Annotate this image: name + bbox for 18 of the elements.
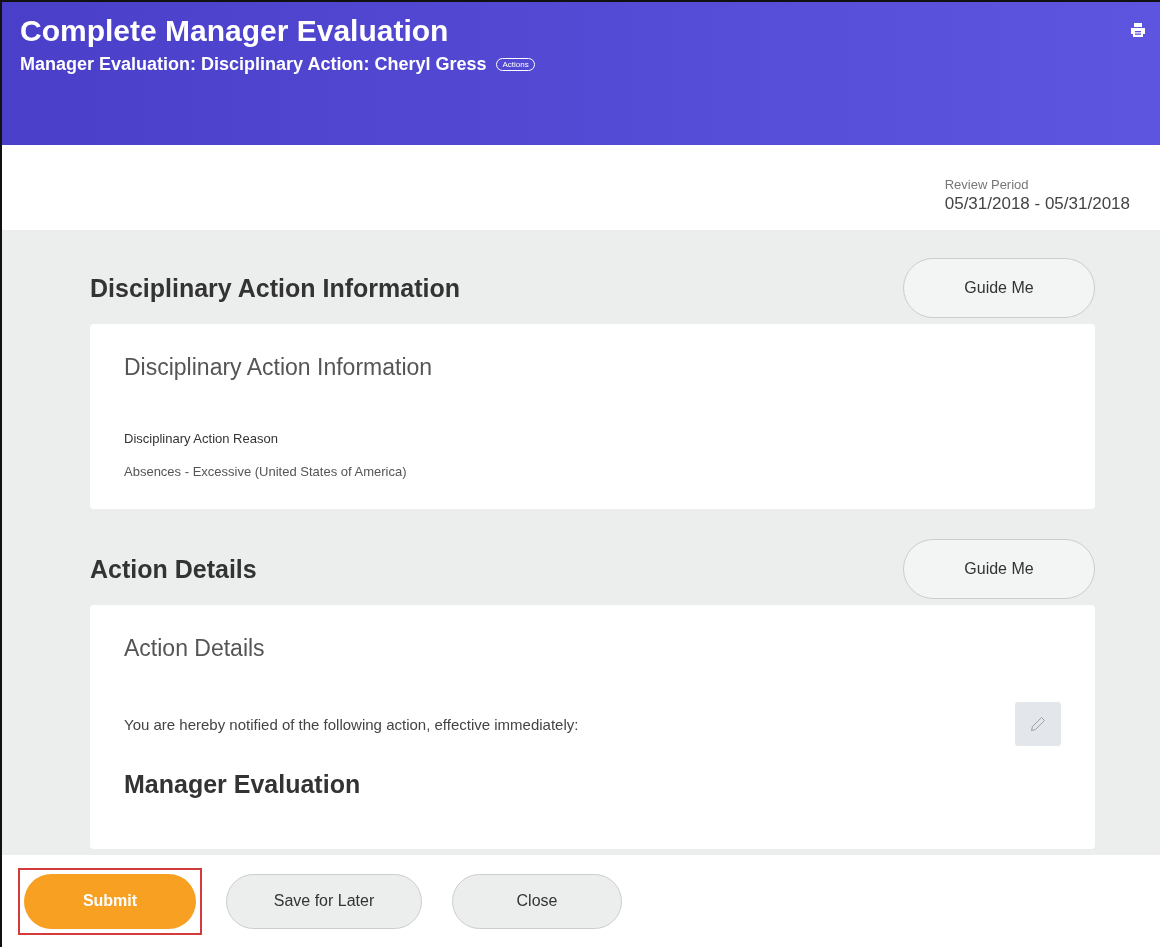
review-period-label: Review Period (944, 177, 1030, 192)
print-icon[interactable] (1130, 22, 1146, 38)
page-subtitle: Manager Evaluation: Disciplinary Action: Cheryl Gress (20, 54, 487, 75)
footer-button[interactable]: Close (452, 873, 622, 929)
guide-me-button[interactable]: Guide Me (903, 539, 1095, 599)
section-title: Action Details (90, 554, 257, 584)
card-title: Action Details (124, 635, 266, 662)
section-title: Disciplinary Action Information (90, 273, 460, 303)
field-label: Disciplinary Action Reason (124, 431, 279, 446)
notice-text: You are hereby notified of the following action, effective immediately: (124, 715, 579, 733)
guide-me-button[interactable]: Guide Me (903, 258, 1095, 318)
subsection-heading: Manager Evaluation (124, 770, 362, 799)
footer-button[interactable]: Save for Later (226, 873, 422, 929)
pencil-icon (1030, 716, 1046, 732)
card-title: Disciplinary Action Information (124, 354, 434, 381)
review-period-value: 05/31/2018 - 05/31/2018 (944, 194, 1130, 214)
page-title: Complete Manager Evaluation (20, 14, 450, 48)
field-value: Absences - Excessive (United States of America) (124, 464, 408, 479)
